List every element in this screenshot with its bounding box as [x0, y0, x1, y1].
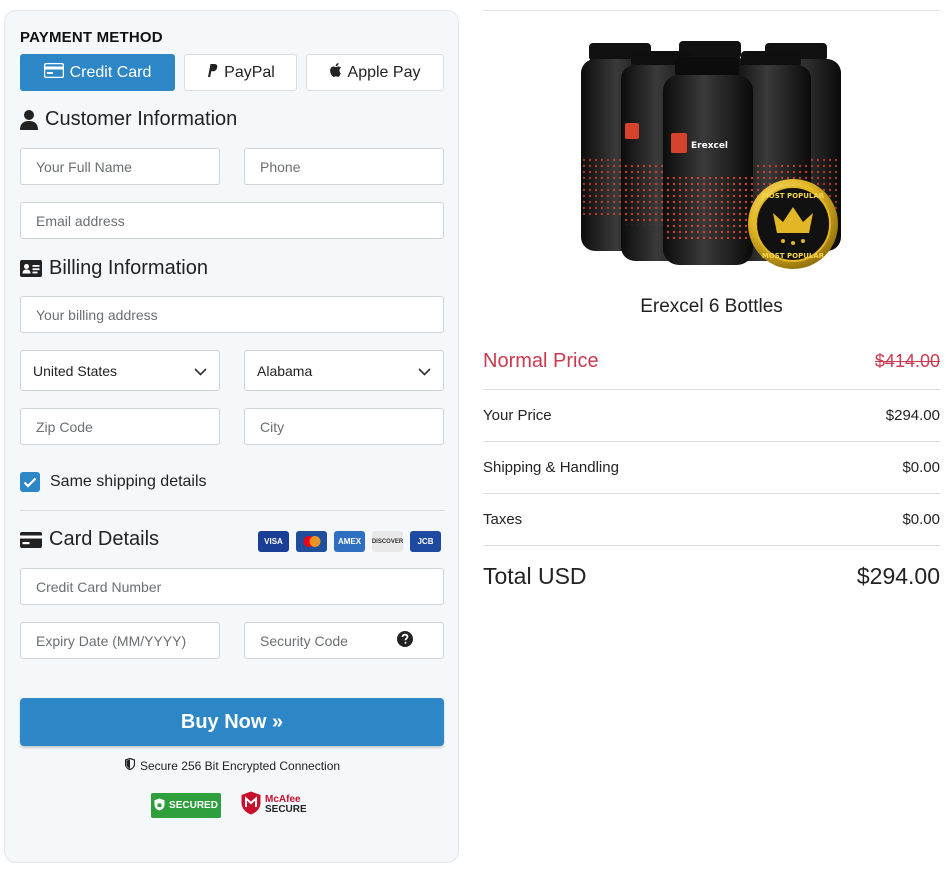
- credit-card-button[interactable]: Credit Card: [20, 54, 175, 91]
- same-shipping-row[interactable]: Same shipping details: [20, 472, 207, 492]
- customer-info-title: Customer Information: [45, 108, 238, 130]
- secured-badge-text: SECURED: [169, 800, 218, 811]
- credit-card-label: Credit Card: [69, 63, 152, 81]
- paypal-label: PayPal: [224, 63, 275, 81]
- chevron-down-icon: [194, 363, 207, 379]
- card-details-heading: Card Details: [20, 528, 159, 551]
- user-icon: [20, 109, 38, 130]
- city-input[interactable]: City: [244, 408, 444, 445]
- your-price-value: $294.00: [885, 407, 940, 424]
- security-code-input[interactable]: Security Code: [244, 622, 444, 659]
- divider: [20, 510, 445, 511]
- same-shipping-checkbox[interactable]: [20, 472, 40, 492]
- taxes-row: Taxes $0.00: [483, 511, 940, 528]
- customer-info-heading: Customer Information: [20, 108, 237, 131]
- secure-connection-text: Secure 256 Bit Encrypted Connection: [139, 758, 341, 773]
- your-price-row: Your Price $294.00: [483, 407, 940, 424]
- credit-card-icon: [20, 531, 42, 548]
- buy-now-button[interactable]: Buy Now »: [20, 698, 444, 746]
- normal-price-value: $414.00: [874, 351, 940, 371]
- help-icon[interactable]: [397, 631, 413, 650]
- apple-pay-button[interactable]: Apple Pay: [306, 54, 444, 91]
- taxes-value: $0.00: [902, 511, 940, 528]
- taxes-label: Taxes: [483, 511, 523, 528]
- country-select[interactable]: United States: [20, 350, 220, 391]
- mcafee-shield-icon: [241, 791, 261, 820]
- divider: [483, 389, 940, 390]
- bottle-brand-text: Erexcel: [691, 141, 728, 151]
- card-details-title: Card Details: [49, 528, 160, 550]
- expiry-date-input[interactable]: Expiry Date (MM/YYYY): [20, 622, 220, 659]
- divider: [483, 545, 940, 546]
- mastercard-logo: [296, 531, 327, 552]
- divider: [483, 441, 940, 442]
- billing-info-heading: Billing Information: [20, 257, 208, 280]
- shipping-row: Shipping & Handling $0.00: [483, 459, 940, 476]
- mcafee-badge: McAfee SECURE: [241, 791, 307, 820]
- billing-address-input[interactable]: Your billing address: [20, 296, 444, 333]
- state-select[interactable]: Alabama: [244, 350, 444, 391]
- credit-card-icon: [43, 62, 64, 83]
- top-divider: [483, 10, 940, 11]
- paypal-icon: [206, 63, 218, 83]
- country-value: United States: [33, 362, 118, 379]
- secure-connection-note: Secure 256 Bit Encrypted Connection: [5, 757, 460, 773]
- jcb-logo: JCB: [410, 531, 441, 552]
- seal-top-text: MOST POPULAR: [762, 192, 825, 200]
- id-card-icon: [20, 260, 42, 277]
- billing-info-title: Billing Information: [49, 257, 208, 279]
- divider: [483, 493, 940, 494]
- apple-pay-label: Apple Pay: [347, 63, 421, 81]
- checkout-form-panel: PAYMENT METHOD Credit Card PayPal Apple …: [4, 10, 459, 863]
- phone-input[interactable]: Phone: [244, 148, 444, 185]
- amex-logo: AMEX: [334, 531, 365, 552]
- total-label: Total USD: [483, 563, 587, 589]
- shipping-value: $0.00: [902, 459, 940, 476]
- card-logos: VISA AMEX DISCOVER JCB: [258, 531, 441, 552]
- same-shipping-label: Same shipping details: [50, 473, 207, 490]
- email-input[interactable]: Email address: [20, 202, 444, 239]
- total-value: $294.00: [856, 563, 940, 589]
- your-price-label: Your Price: [483, 407, 552, 424]
- card-number-input[interactable]: Credit Card Number: [20, 568, 444, 605]
- lock-shield-icon: [154, 798, 165, 814]
- normal-price-label: Normal Price: [483, 350, 599, 372]
- zip-code-input[interactable]: Zip Code: [20, 408, 220, 445]
- chevron-down-icon: [418, 363, 431, 379]
- normal-price-row: Normal Price $414.00: [483, 350, 940, 373]
- visa-logo: VISA: [258, 531, 289, 552]
- product-image: Erexcel MOST POPULAR MOST POPULAR: [575, 37, 845, 272]
- security-code-placeholder: Security Code: [260, 632, 348, 649]
- apple-icon: [329, 63, 342, 82]
- paypal-button[interactable]: PayPal: [184, 54, 297, 91]
- discover-logo: DISCOVER: [372, 531, 403, 552]
- payment-method-title: PAYMENT METHOD: [20, 29, 163, 46]
- checkmark-icon: [23, 477, 37, 488]
- state-value: Alabama: [257, 362, 313, 379]
- shipping-label: Shipping & Handling: [483, 459, 619, 476]
- mcafee-line2: SECURE: [265, 804, 307, 815]
- full-name-input[interactable]: Your Full Name: [20, 148, 220, 185]
- product-name: Erexcel 6 Bottles: [640, 296, 783, 317]
- seal-bottom-text: MOST POPULAR: [762, 252, 825, 260]
- secured-badge: SECURED: [151, 793, 221, 818]
- total-row: Total USD $294.00: [483, 563, 940, 590]
- shield-icon: [124, 757, 136, 773]
